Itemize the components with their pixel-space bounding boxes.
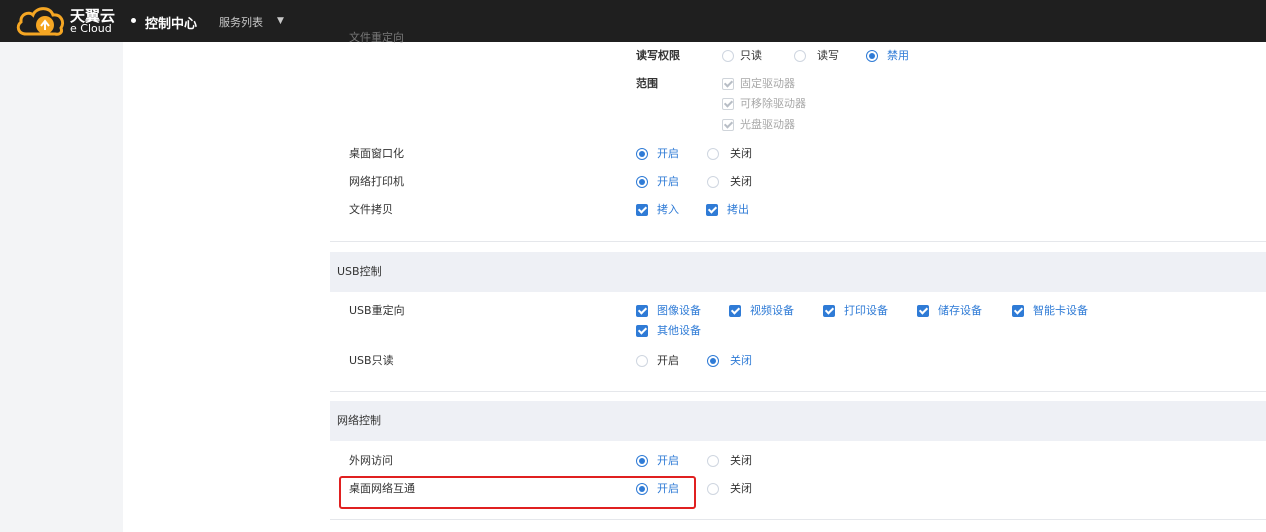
checkbox-usb-video[interactable] xyxy=(729,305,741,317)
printer-off-label[interactable]: 关闭 xyxy=(730,175,752,189)
checkbox-optical-drive xyxy=(722,119,734,131)
scope-fixed-drive: 固定驱动器 xyxy=(740,77,795,90)
checkbox-copy-in[interactable] xyxy=(636,204,648,216)
radio-window-off[interactable] xyxy=(707,148,719,160)
external-access-label: 外网访问 xyxy=(349,454,393,467)
top-bar: 天翼云 e Cloud 控制中心 服务列表 ▼ xyxy=(0,0,1266,42)
usb-readonly-off-label[interactable]: 关闭 xyxy=(730,354,752,368)
file-copy-label: 文件拷贝 xyxy=(349,203,393,216)
radio-readonly[interactable] xyxy=(722,50,734,62)
console-link[interactable]: 控制中心 xyxy=(145,13,197,32)
scope-label: 范围 xyxy=(636,77,658,90)
usb-section-header xyxy=(330,252,1266,292)
radio-interconnect-off[interactable] xyxy=(707,483,719,495)
file-redirect-label: 文件重定向 xyxy=(349,31,404,44)
radio-readwrite[interactable] xyxy=(794,50,806,62)
usb-readonly-label: USB只读 xyxy=(349,354,394,367)
window-on-label[interactable]: 开启 xyxy=(657,147,679,161)
window-off-label[interactable]: 关闭 xyxy=(730,147,752,161)
divider xyxy=(330,519,1266,520)
copy-out-label[interactable]: 拷出 xyxy=(727,203,749,217)
radio-printer-on[interactable] xyxy=(636,176,648,188)
radio-usb-readonly-off[interactable] xyxy=(707,355,719,367)
usb-device-printer[interactable]: 打印设备 xyxy=(844,304,888,318)
checkbox-usb-printer[interactable] xyxy=(823,305,835,317)
network-section-title: 网络控制 xyxy=(337,414,381,427)
radio-window-on[interactable] xyxy=(636,148,648,160)
desktop-window-label: 桌面窗口化 xyxy=(349,147,404,160)
usb-device-video[interactable]: 视频设备 xyxy=(750,304,794,318)
external-on-label[interactable]: 开启 xyxy=(657,454,679,468)
radio-external-off[interactable] xyxy=(707,455,719,467)
divider xyxy=(330,391,1266,392)
scope-removable-drive: 可移除驱动器 xyxy=(740,97,806,110)
ecloud-logo[interactable]: 天翼云 e Cloud xyxy=(14,2,126,40)
checkbox-usb-other[interactable] xyxy=(636,325,648,337)
logo-subtitle: e Cloud xyxy=(70,22,112,35)
checkbox-copy-out[interactable] xyxy=(706,204,718,216)
usb-readonly-on-label[interactable]: 开启 xyxy=(657,354,679,368)
highlight-box xyxy=(339,476,696,509)
usb-device-storage[interactable]: 储存设备 xyxy=(938,304,982,318)
separator-dot xyxy=(131,18,136,23)
interconnect-off-label[interactable]: 关闭 xyxy=(730,482,752,496)
rw-permission-label: 读写权限 xyxy=(636,49,680,62)
usb-device-image[interactable]: 图像设备 xyxy=(657,304,701,318)
radio-usb-readonly-on[interactable] xyxy=(636,355,648,367)
usb-device-other[interactable]: 其他设备 xyxy=(657,324,701,338)
usb-redirect-label: USB重定向 xyxy=(349,304,405,317)
service-list-menu[interactable]: 服务列表 xyxy=(219,14,263,30)
radio-disabled[interactable] xyxy=(866,50,878,62)
divider xyxy=(330,241,1266,242)
usb-device-smartcard[interactable]: 智能卡设备 xyxy=(1033,304,1088,318)
network-printer-label: 网络打印机 xyxy=(349,175,404,188)
usb-section-title: USB控制 xyxy=(337,265,382,278)
checkbox-removable-drive xyxy=(722,98,734,110)
radio-printer-off[interactable] xyxy=(707,176,719,188)
chevron-down-icon[interactable]: ▼ xyxy=(277,16,284,26)
checkbox-usb-image[interactable] xyxy=(636,305,648,317)
external-off-label[interactable]: 关闭 xyxy=(730,454,752,468)
checkbox-usb-storage[interactable] xyxy=(917,305,929,317)
printer-on-label[interactable]: 开启 xyxy=(657,175,679,189)
cloud-logo-icon xyxy=(16,7,65,36)
checkbox-fixed-drive xyxy=(722,78,734,90)
copy-in-label[interactable]: 拷入 xyxy=(657,203,679,217)
radio-external-on[interactable] xyxy=(636,455,648,467)
network-section-header xyxy=(330,401,1266,441)
rw-option-readonly[interactable]: 只读 xyxy=(740,49,762,63)
scope-optical-drive: 光盘驱动器 xyxy=(740,118,795,131)
rw-option-readwrite[interactable]: 读写 xyxy=(817,49,839,63)
checkbox-usb-smartcard[interactable] xyxy=(1012,305,1024,317)
rw-option-disabled[interactable]: 禁用 xyxy=(887,49,909,63)
sidebar xyxy=(0,42,123,532)
